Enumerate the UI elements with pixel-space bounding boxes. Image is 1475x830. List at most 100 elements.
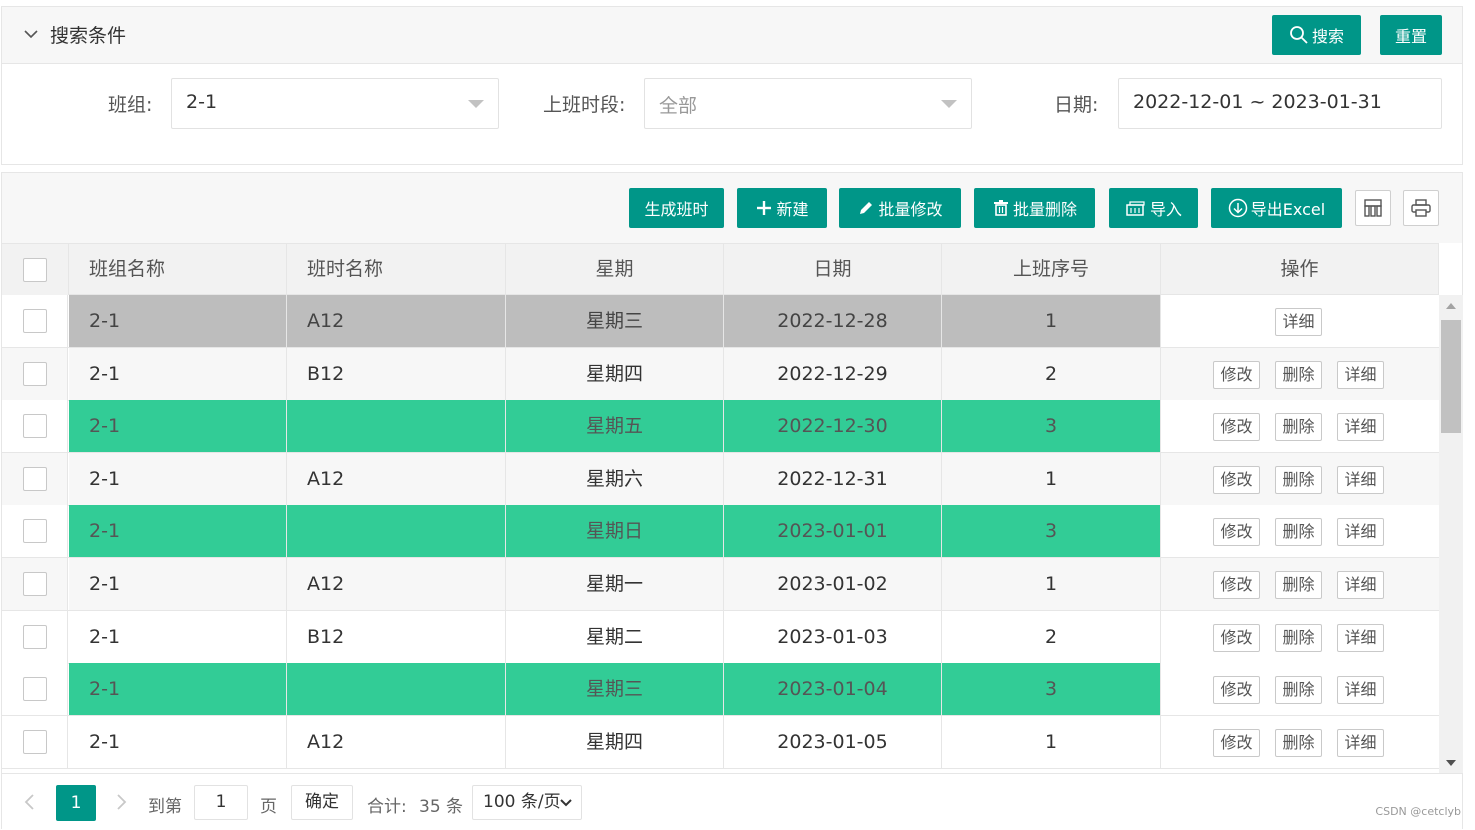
generate-shifts-button[interactable]: 生成班时 — [629, 188, 724, 228]
row-checkbox[interactable] — [23, 309, 47, 333]
header-weekday[interactable]: 星期 — [506, 244, 724, 295]
detail-button[interactable]: 详细 — [1337, 518, 1384, 546]
table-row[interactable]: 2-1 A12 星期四 2023-01-05 1 修改 删除 详细 — [2, 716, 1439, 769]
row-checkbox[interactable] — [23, 362, 47, 386]
edit-button[interactable]: 修改 — [1213, 624, 1260, 652]
goto-page-input[interactable]: 1 — [194, 785, 248, 820]
table-scrollbar[interactable] — [1439, 295, 1463, 773]
delete-button[interactable]: 删除 — [1275, 413, 1322, 441]
date-label: 日期: — [1054, 94, 1099, 116]
cell-actions: 修改 删除 详细 — [1161, 505, 1439, 557]
cell-actions: 修改 删除 详细 — [1161, 558, 1439, 610]
search-button-label: 搜索 — [1311, 27, 1344, 46]
goto-confirm-button[interactable]: 确定 — [291, 785, 353, 820]
table-row[interactable]: 2-1 星期三 2023-01-04 3 修改 删除 详细 — [2, 663, 1439, 716]
print-button[interactable] — [1403, 190, 1439, 226]
date-range-input[interactable]: 2022-12-01 ~ 2023-01-31 — [1118, 78, 1442, 129]
search-button[interactable]: 搜索 — [1272, 15, 1361, 55]
period-select-value: 全部 — [659, 95, 698, 117]
delete-button[interactable]: 删除 — [1275, 518, 1322, 546]
batch-delete-button[interactable]: 批量删除 — [974, 188, 1095, 228]
table-row[interactable]: 2-1 A12 星期三 2022-12-28 1 详细 — [2, 295, 1439, 348]
table-row[interactable]: 2-1 B12 星期四 2022-12-29 2 修改 删除 详细 — [2, 348, 1439, 401]
period-label: 上班时段: — [543, 94, 626, 116]
cell-weekday: 星期四 — [506, 716, 724, 768]
delete-button[interactable]: 删除 — [1275, 571, 1322, 599]
table-row[interactable]: 2-1 星期五 2022-12-30 3 修改 删除 详细 — [2, 400, 1439, 453]
delete-button[interactable]: 删除 — [1275, 624, 1322, 652]
batch-edit-button[interactable]: 批量修改 — [839, 188, 961, 228]
detail-button[interactable]: 详细 — [1337, 466, 1384, 494]
trash-icon — [993, 200, 1008, 216]
edit-button[interactable]: 修改 — [1213, 361, 1260, 389]
detail-button[interactable]: 详细 — [1337, 729, 1384, 757]
row-checkbox[interactable] — [23, 730, 47, 754]
detail-button[interactable]: 详细 — [1337, 413, 1384, 441]
scroll-down-arrow-icon[interactable] — [1446, 760, 1456, 766]
scroll-thumb[interactable] — [1441, 320, 1461, 433]
table-row[interactable]: 2-1 星期日 2023-01-01 3 修改 删除 详细 — [2, 505, 1439, 558]
batch-edit-label: 批量修改 — [878, 200, 943, 219]
row-checkbox[interactable] — [23, 625, 47, 649]
row-checkbox[interactable] — [23, 519, 47, 543]
edit-button[interactable]: 修改 — [1213, 518, 1260, 546]
select-all-checkbox[interactable] — [23, 258, 47, 282]
next-page-icon[interactable] — [116, 793, 128, 811]
cell-date: 2023-01-02 — [724, 558, 942, 610]
delete-button[interactable]: 删除 — [1275, 676, 1322, 704]
row-checkbox[interactable] — [23, 467, 47, 491]
row-checkbox[interactable] — [23, 414, 47, 438]
detail-button[interactable]: 详细 — [1337, 361, 1384, 389]
cell-actions: 修改 删除 详细 — [1161, 400, 1439, 452]
edit-button[interactable]: 修改 — [1213, 729, 1260, 757]
edit-button[interactable]: 修改 — [1213, 466, 1260, 494]
cell-actions: 修改 删除 详细 — [1161, 348, 1439, 400]
cell-team: 2-1 — [69, 400, 287, 452]
team-select-value: 2-1 — [186, 91, 218, 113]
header-seq[interactable]: 上班序号 — [942, 244, 1161, 295]
current-page-button[interactable]: 1 — [56, 785, 96, 821]
columns-toggle-button[interactable] — [1355, 190, 1391, 226]
team-select[interactable]: 2-1 — [171, 78, 499, 129]
cell-date: 2023-01-05 — [724, 716, 942, 768]
header-check-cell — [2, 244, 69, 295]
page-size-value: 100 条/页 — [483, 792, 561, 812]
scroll-up-arrow-icon[interactable] — [1446, 303, 1456, 309]
delete-button[interactable]: 删除 — [1275, 729, 1322, 757]
cell-seq: 2 — [942, 348, 1161, 400]
detail-button[interactable]: 详细 — [1275, 308, 1322, 336]
delete-button[interactable]: 删除 — [1275, 466, 1322, 494]
detail-button[interactable]: 详细 — [1337, 676, 1384, 704]
header-shift[interactable]: 班时名称 — [287, 244, 506, 295]
cell-shift: B12 — [287, 348, 506, 400]
table-row[interactable]: 2-1 B12 星期二 2023-01-03 2 修改 删除 详细 — [2, 611, 1439, 664]
chevron-down-icon[interactable] — [22, 25, 40, 43]
search-panel-header[interactable]: 搜索条件 搜索 重置 — [2, 7, 1462, 64]
cell-shift: A12 — [287, 558, 506, 610]
cell-actions: 修改 删除 详细 — [1161, 453, 1439, 505]
edit-button[interactable]: 修改 — [1213, 676, 1260, 704]
import-button[interactable]: 导入 — [1109, 188, 1198, 228]
prev-page-icon[interactable] — [23, 793, 35, 811]
page-unit-label: 页 — [260, 797, 277, 817]
edit-button[interactable]: 修改 — [1213, 571, 1260, 599]
date-range-value: 2022-12-01 ~ 2023-01-31 — [1133, 91, 1382, 113]
header-date[interactable]: 日期 — [724, 244, 942, 295]
row-check-cell — [2, 611, 68, 663]
row-checkbox[interactable] — [23, 572, 47, 596]
delete-button[interactable]: 删除 — [1275, 361, 1322, 389]
export-excel-button[interactable]: 导出Excel — [1211, 188, 1342, 228]
new-button[interactable]: 新建 — [737, 188, 827, 228]
table-row[interactable]: 2-1 A12 星期六 2022-12-31 1 修改 删除 详细 — [2, 453, 1439, 506]
detail-button[interactable]: 详细 — [1337, 571, 1384, 599]
edit-button[interactable]: 修改 — [1213, 413, 1260, 441]
header-team[interactable]: 班组名称 — [69, 244, 287, 295]
detail-button[interactable]: 详细 — [1337, 624, 1384, 652]
period-select[interactable]: 全部 — [644, 78, 972, 129]
page-size-select[interactable]: 100 条/页 — [472, 785, 582, 820]
row-checkbox[interactable] — [23, 677, 47, 701]
columns-icon — [1364, 199, 1382, 217]
table-row[interactable]: 2-1 A12 星期一 2023-01-02 1 修改 删除 详细 — [2, 558, 1439, 611]
reset-button[interactable]: 重置 — [1380, 15, 1442, 55]
row-check-cell — [2, 505, 68, 557]
